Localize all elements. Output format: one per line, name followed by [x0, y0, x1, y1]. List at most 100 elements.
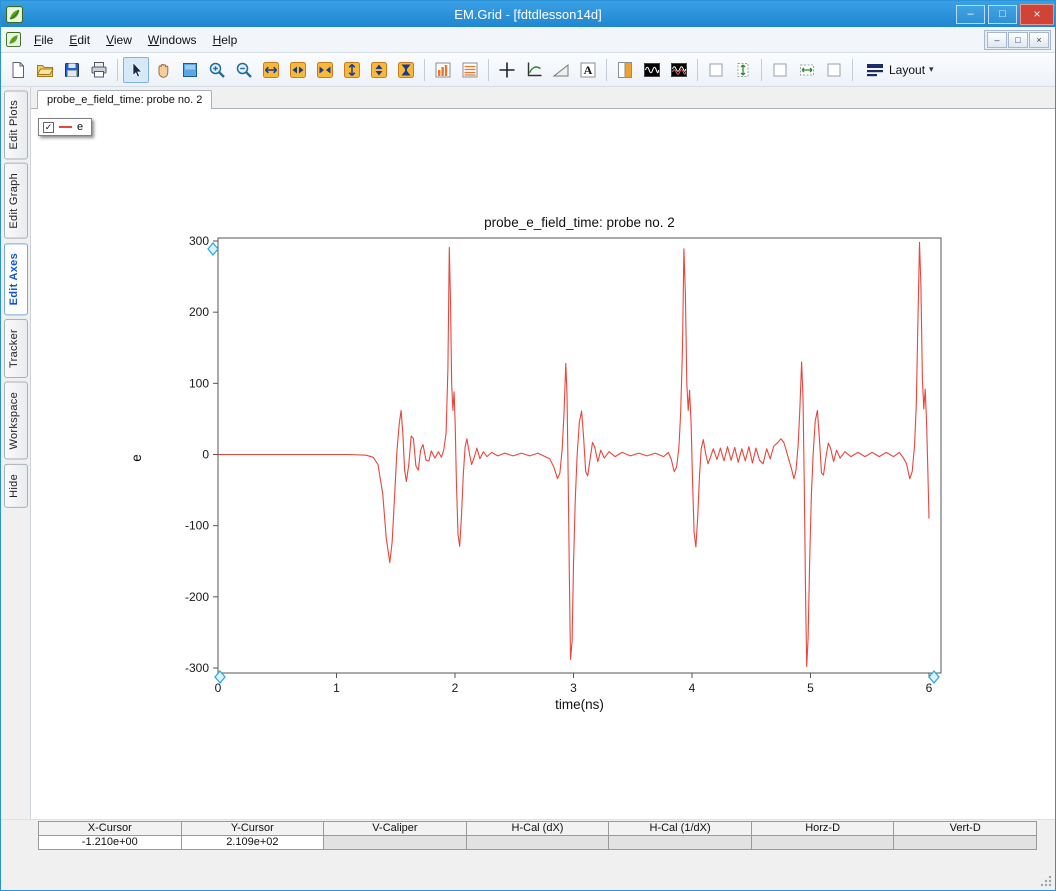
status-value-horz-d: [752, 836, 895, 850]
frame-box-button[interactable]: [767, 57, 793, 83]
toolbar-separator: [761, 59, 762, 81]
toolbar-separator: [697, 59, 698, 81]
menu-bar: FileEditViewWindowsHelp – □ ×: [1, 27, 1055, 53]
waveform-invert-button[interactable]: [639, 57, 665, 83]
frame-box-button[interactable]: [821, 57, 847, 83]
status-value-vert-d: [894, 836, 1037, 850]
y-tick-label: 100: [189, 376, 209, 390]
y-tick-label: 0: [202, 448, 209, 462]
title-bar: EM.Grid - [fdtdlesson14d] – □ ×: [1, 1, 1055, 27]
layout-button[interactable]: Layout ▾: [858, 57, 941, 83]
mdi-minimize-button[interactable]: –: [987, 32, 1007, 48]
sidebar-tab-edit-plots[interactable]: Edit Plots: [4, 90, 28, 159]
x-tick-label: 6: [926, 681, 933, 695]
waveform-invert-icon: [642, 60, 662, 80]
layout-icon: [865, 60, 885, 80]
menu-windows[interactable]: Windows: [140, 30, 205, 50]
print-icon: [89, 60, 109, 80]
chart-title: probe_e_field_time: probe no. 2: [484, 215, 675, 230]
new-document-button[interactable]: [5, 57, 31, 83]
pan-hand-button[interactable]: [150, 57, 176, 83]
app-logo-icon: [6, 6, 23, 23]
sidebar-tab-strip: Edit Plots Edit Graph Edit Axes Tracker Work…: [1, 87, 31, 819]
caret-down-icon: ▾: [929, 64, 934, 75]
sidebar-tab-edit-graph[interactable]: Edit Graph: [4, 163, 28, 239]
status-header-vert-d: Vert-D: [894, 822, 1037, 836]
fit-horizontal-button[interactable]: [794, 57, 820, 83]
y-axis-label: e: [129, 454, 144, 462]
maximize-button[interactable]: □: [988, 5, 1017, 24]
minimize-button[interactable]: –: [956, 5, 985, 24]
toolbar-separator: [424, 59, 425, 81]
menu-file[interactable]: File: [26, 30, 61, 50]
select-cursor-button[interactable]: [123, 57, 149, 83]
frame-box-button[interactable]: [703, 57, 729, 83]
zoom-region-icon: [180, 60, 200, 80]
waveform-overlay-button[interactable]: [666, 57, 692, 83]
document-tab[interactable]: probe_e_field_time: probe no. 2: [37, 90, 212, 109]
fit-vertical-button[interactable]: [730, 57, 756, 83]
grid-lines-icon: [460, 60, 480, 80]
sidebar-tab-workspace[interactable]: Workspace: [4, 382, 28, 460]
menu-view[interactable]: View: [98, 30, 140, 50]
legend-checkbox[interactable]: ✓: [43, 122, 54, 133]
plot-canvas[interactable]: ✓ e 0123456-300-200-1000100200300probe_e…: [31, 109, 1055, 819]
zoom-region-button[interactable]: [177, 57, 203, 83]
arrows-vertical-out-button[interactable]: [366, 57, 392, 83]
status-value-x-cursor: -1.210e+00: [39, 836, 182, 850]
compress-vertical-button[interactable]: [393, 57, 419, 83]
crosshair-button[interactable]: [494, 57, 520, 83]
legend-line-swatch: [59, 126, 72, 128]
status-value-y-cursor: 2.109e+02: [182, 836, 325, 850]
status-header-horz-d: Horz-D: [752, 822, 895, 836]
arrows-horizontal-in-icon: [315, 60, 335, 80]
arrows-horizontal-in-button[interactable]: [312, 57, 338, 83]
legend-panel[interactable]: ✓ e: [38, 118, 92, 136]
arrows-vertical-out-icon: [369, 60, 389, 80]
histogram-button[interactable]: [430, 57, 456, 83]
text-annotation-button[interactable]: A: [575, 57, 601, 83]
grid-lines-button[interactable]: [457, 57, 483, 83]
color-clipboard-icon: [615, 60, 635, 80]
axes-curve-button[interactable]: [521, 57, 547, 83]
open-folder-icon: [35, 60, 55, 80]
frame-box-icon: [770, 60, 790, 80]
axis-handle-y-top[interactable]: [208, 243, 218, 255]
status-header-x-cursor: X-Cursor: [39, 822, 182, 836]
sidebar-tab-edit-axes[interactable]: Edit Axes: [4, 243, 28, 315]
window-title: EM.Grid - [fdtdlesson14d]: [1, 7, 1055, 22]
zoom-in-button[interactable]: [204, 57, 230, 83]
mdi-close-button[interactable]: ×: [1029, 32, 1049, 48]
status-header-y-cursor: Y-Cursor: [182, 822, 325, 836]
arrows-horizontal-out-button[interactable]: [285, 57, 311, 83]
chart-svg[interactable]: 0123456-300-200-1000100200300probe_e_fie…: [31, 109, 1055, 819]
save-button[interactable]: [59, 57, 85, 83]
open-folder-button[interactable]: [32, 57, 58, 83]
frame-box-icon: [706, 60, 726, 80]
sidebar-tab-tracker[interactable]: Tracker: [4, 319, 28, 378]
menu-help[interactable]: Help: [205, 30, 246, 50]
mdi-window-buttons: – □ ×: [984, 30, 1051, 50]
stretch-horizontal-button[interactable]: [258, 57, 284, 83]
save-icon: [62, 60, 82, 80]
print-button[interactable]: [86, 57, 112, 83]
status-header-h-cal-dx-: H-Cal (dX): [467, 822, 610, 836]
color-clipboard-button[interactable]: [612, 57, 638, 83]
menu-edit[interactable]: Edit: [61, 30, 98, 50]
new-document-icon: [8, 60, 28, 80]
resize-grip-icon[interactable]: [1039, 874, 1052, 887]
svg-text:A: A: [584, 63, 593, 77]
pan-hand-icon: [153, 60, 173, 80]
layout-label: Layout: [889, 63, 925, 77]
toolbar-separator: [606, 59, 607, 81]
toolbar-separator: [488, 59, 489, 81]
mdi-restore-button[interactable]: □: [1008, 32, 1028, 48]
status-value-h-cal-1-dx-: [609, 836, 752, 850]
slope-triangle-button[interactable]: [548, 57, 574, 83]
x-tick-label: 1: [333, 681, 340, 695]
sidebar-tab-hide[interactable]: Hide: [4, 464, 28, 508]
close-button[interactable]: ×: [1020, 4, 1054, 25]
stretch-vertical-button[interactable]: [339, 57, 365, 83]
menu-items: FileEditViewWindowsHelp: [26, 30, 245, 50]
zoom-out-button[interactable]: [231, 57, 257, 83]
